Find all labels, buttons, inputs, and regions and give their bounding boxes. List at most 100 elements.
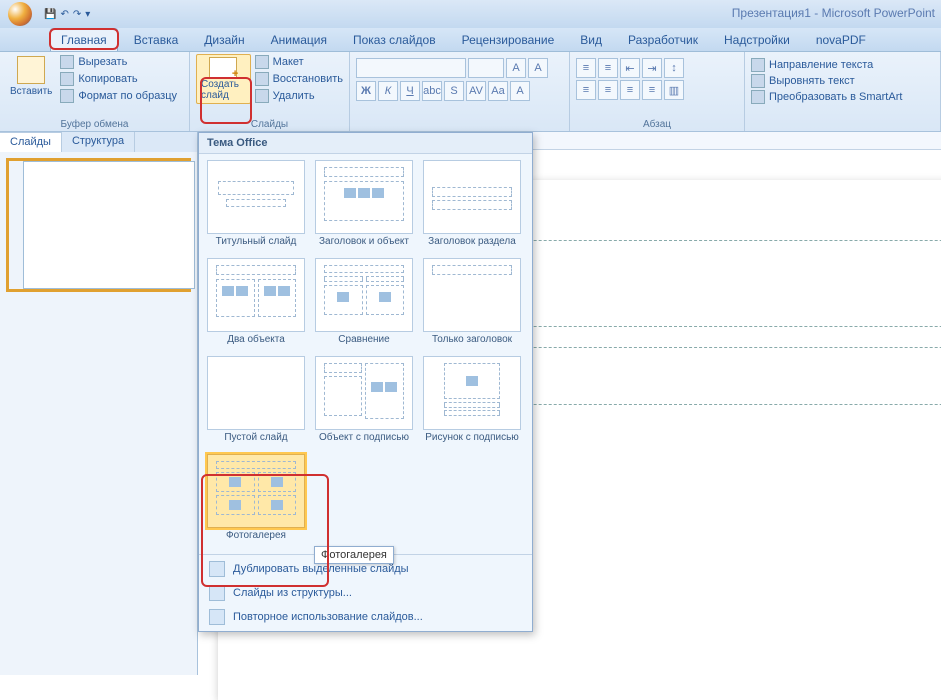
align-center-icon[interactable]: ≡	[598, 80, 618, 100]
new-slide-button[interactable]: Создать слайд	[196, 54, 251, 104]
paste-button[interactable]: Вставить	[6, 54, 56, 104]
layout-picture-caption[interactable]: Рисунок с подписью	[421, 356, 523, 450]
indent-dec-icon[interactable]: ⇤	[620, 58, 640, 78]
line-spacing-icon[interactable]: ↕	[664, 58, 684, 78]
qat-more-icon[interactable]: ▾	[85, 9, 90, 20]
format-painter-button[interactable]: Формат по образцу	[60, 88, 177, 104]
brush-icon	[60, 89, 74, 103]
spacing-icon[interactable]: AV	[466, 81, 486, 101]
window-title: Презентация1 - Microsoft PowerPoint	[732, 6, 935, 20]
font-size[interactable]	[468, 58, 504, 78]
group-label-clipboard: Буфер обмена	[6, 118, 183, 130]
layout-two-content[interactable]: Два объекта	[205, 258, 307, 352]
align-left-icon[interactable]: ≡	[576, 80, 596, 100]
align-text-button[interactable]: Выровнять текст	[751, 74, 934, 88]
slide-thumb-image	[23, 161, 195, 289]
office-button[interactable]	[2, 0, 38, 28]
new-slide-label: Создать слайд	[201, 79, 246, 101]
strike-icon[interactable]: abc	[422, 81, 442, 101]
paste-icon	[17, 56, 45, 84]
grow-font-icon[interactable]: A	[506, 58, 526, 78]
font-color-icon[interactable]: A	[510, 81, 530, 101]
copy-button[interactable]: Копировать	[60, 71, 177, 87]
bullets-icon[interactable]: ≡	[576, 58, 596, 78]
slide-thumb-1[interactable]: 1	[6, 158, 191, 292]
undo-icon[interactable]: ↶	[60, 9, 68, 20]
thumbnail-list: 1	[0, 152, 197, 298]
reset-icon	[255, 72, 269, 86]
layout-title-slide[interactable]: Титульный слайд	[205, 160, 307, 254]
quick-access-toolbar[interactable]: 💾 ↶ ↷ ▾	[44, 9, 90, 20]
group-label-slides: Слайды	[196, 118, 343, 130]
shrink-font-icon[interactable]: A	[528, 58, 548, 78]
align-justify-icon[interactable]: ≡	[642, 80, 662, 100]
new-slide-icon	[209, 57, 237, 79]
tab-review[interactable]: Рецензирование	[452, 29, 565, 51]
cut-icon	[60, 55, 74, 69]
underline-icon[interactable]: Ч	[400, 81, 420, 101]
para-bottom: ≡ ≡ ≡ ≡ ▥	[576, 80, 738, 100]
ribbon: Вставить Вырезать Копировать Формат по о…	[0, 52, 941, 132]
layout-icon	[255, 55, 269, 69]
tab-insert[interactable]: Вставка	[124, 29, 189, 51]
smartart-icon	[751, 90, 765, 104]
numbering-icon[interactable]: ≡	[598, 58, 618, 78]
layout-comparison[interactable]: Сравнение	[313, 258, 415, 352]
layout-content-caption[interactable]: Объект с подписью	[313, 356, 415, 450]
align-right-icon[interactable]: ≡	[620, 80, 640, 100]
case-icon[interactable]: Aa	[488, 81, 508, 101]
layout-section-header[interactable]: Заголовок раздела	[421, 160, 523, 254]
copy-icon	[60, 72, 74, 86]
smartart-button[interactable]: Преобразовать в SmartArt	[751, 90, 934, 104]
columns-icon[interactable]: ▥	[664, 80, 684, 100]
shadow-icon[interactable]: S	[444, 81, 464, 101]
tab-home[interactable]: Главная	[50, 28, 118, 51]
reuse-slides[interactable]: Повторное использование слайдов...	[199, 605, 532, 629]
gallery-footer: Дублировать выделенные слайды Слайды из …	[199, 554, 532, 631]
layout-title-only[interactable]: Только заголовок	[421, 258, 523, 352]
left-pane: Слайды Структура 1	[0, 132, 198, 675]
reuse-icon	[209, 609, 225, 625]
tab-slideshow[interactable]: Показ слайдов	[343, 29, 446, 51]
tab-animation[interactable]: Анимация	[261, 29, 337, 51]
tooltip: Фотогалерея	[314, 546, 394, 564]
redo-icon[interactable]: ↷	[73, 9, 81, 20]
para-top: ≡ ≡ ⇤ ⇥ ↕	[576, 58, 738, 78]
font-toolbar-bottom: Ж К Ч abc S AV Aa A	[356, 81, 563, 101]
bold-icon[interactable]: Ж	[356, 81, 376, 101]
tab-slides-pane[interactable]: Слайды	[0, 132, 62, 152]
delete-button[interactable]: Удалить	[255, 88, 343, 104]
group-paragraph: ≡ ≡ ⇤ ⇥ ↕ ≡ ≡ ≡ ≡ ▥ Абзац	[570, 52, 745, 131]
tab-developer[interactable]: Разработчик	[618, 29, 708, 51]
cut-button[interactable]: Вырезать	[60, 54, 177, 70]
textdir-icon	[751, 58, 765, 72]
group-paragraph-extra: Направление текста Выровнять текст Преоб…	[745, 52, 941, 131]
tab-design[interactable]: Дизайн	[194, 29, 254, 51]
aligntext-icon	[751, 74, 765, 88]
layout-button[interactable]: Макет	[255, 54, 343, 70]
duplicate-icon	[209, 561, 225, 577]
italic-icon[interactable]: К	[378, 81, 398, 101]
delete-icon	[255, 89, 269, 103]
tab-outline-pane[interactable]: Структура	[62, 132, 135, 152]
layout-blank[interactable]: Пустой слайд	[205, 356, 307, 450]
group-slides: Создать слайд Макет Восстановить Удалить…	[190, 52, 350, 131]
outline-icon	[209, 585, 225, 601]
group-clipboard: Вставить Вырезать Копировать Формат по о…	[0, 52, 190, 131]
save-icon[interactable]: 💾	[44, 9, 56, 20]
left-pane-tabs: Слайды Структура	[0, 132, 197, 152]
indent-inc-icon[interactable]: ⇥	[642, 58, 662, 78]
reset-button[interactable]: Восстановить	[255, 71, 343, 87]
slides-from-outline[interactable]: Слайды из структуры...	[199, 581, 532, 605]
text-direction-button[interactable]: Направление текста	[751, 58, 934, 72]
layout-title-content[interactable]: Заголовок и объект	[313, 160, 415, 254]
ribbon-tabs: Главная Вставка Дизайн Анимация Показ сл…	[0, 28, 941, 52]
group-font: A A Ж К Ч abc S AV Aa A	[350, 52, 570, 131]
layout-photo-gallery[interactable]: Фотогалерея	[205, 454, 307, 548]
font-family[interactable]	[356, 58, 466, 78]
tab-novapdf[interactable]: novaPDF	[806, 29, 876, 51]
tab-addins[interactable]: Надстройки	[714, 29, 800, 51]
group-label-font	[356, 118, 563, 130]
tab-view[interactable]: Вид	[570, 29, 612, 51]
title-bar: 💾 ↶ ↷ ▾ Презентация1 - Microsoft PowerPo…	[0, 0, 941, 28]
